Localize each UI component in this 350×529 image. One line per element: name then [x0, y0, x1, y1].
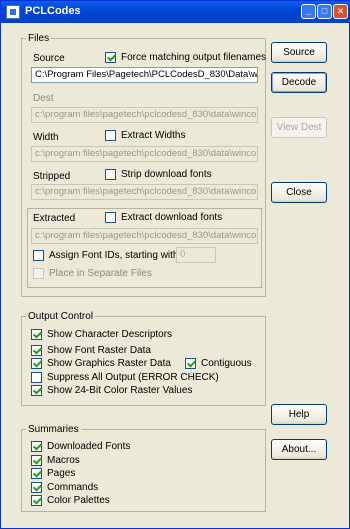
force-matching-checkbox[interactable]: Force matching output filenames: [105, 52, 266, 63]
app-icon: [6, 5, 20, 19]
place-separate-box[interactable]: [33, 268, 44, 279]
show-24bit-checkbox[interactable]: Show 24-Bit Color Raster Values: [31, 385, 192, 396]
place-separate-checkbox[interactable]: Place in Separate Files: [33, 268, 152, 279]
assign-font-ids-checkbox[interactable]: Assign Font IDs, starting with :: [33, 250, 184, 261]
contiguous-box[interactable]: [185, 358, 196, 369]
downloaded-fonts-checkbox[interactable]: Downloaded Fonts: [31, 441, 130, 452]
extract-fonts-box[interactable]: [105, 212, 116, 223]
window-title: PCLCodes: [25, 5, 81, 17]
show-24bit-label: Show 24-Bit Color Raster Values: [47, 385, 193, 396]
stripped-label: Stripped: [33, 171, 71, 182]
assign-font-ids-box[interactable]: [33, 250, 44, 261]
font-id-start-input[interactable]: 0: [176, 247, 216, 263]
commands-box[interactable]: [31, 482, 42, 493]
pclcodes-window: PCLCodes _ □ ✕ Files Source Force matchi…: [0, 0, 350, 529]
strip-fonts-box[interactable]: [105, 169, 116, 180]
macros-checkbox[interactable]: Macros: [31, 455, 80, 466]
maximize-button[interactable]: □: [317, 4, 332, 19]
decode-button[interactable]: Decode: [271, 72, 327, 93]
width-path-input[interactable]: c:\program files\pagetech\pclcodesd_830\…: [31, 146, 258, 162]
downloaded-fonts-box[interactable]: [31, 441, 42, 452]
show-graphics-raster-checkbox[interactable]: Show Graphics Raster Data: [31, 358, 171, 369]
width-label: Width: [33, 132, 59, 143]
files-legend: Files: [28, 33, 50, 44]
stripped-path-input[interactable]: c:\program files\pagetech\pclcodesd_830\…: [31, 184, 258, 200]
show-font-raster-label: Show Font Raster Data: [47, 345, 151, 356]
place-separate-label: Place in Separate Files: [49, 268, 152, 279]
commands-label: Commands: [47, 482, 99, 493]
dest-path-input[interactable]: c:\program files\pagetech\pclcodesd_830\…: [31, 107, 258, 123]
commands-checkbox[interactable]: Commands: [31, 482, 98, 493]
pages-checkbox[interactable]: Pages: [31, 468, 75, 479]
extract-widths-checkbox[interactable]: Extract Widths: [105, 130, 185, 141]
show-graphics-raster-label: Show Graphics Raster Data: [47, 358, 171, 369]
show-char-descriptors-box[interactable]: [31, 329, 42, 340]
show-font-raster-box[interactable]: [31, 345, 42, 356]
suppress-all-label: Suppress All Output (ERROR CHECK): [47, 372, 219, 383]
strip-fonts-checkbox[interactable]: Strip download fonts: [105, 169, 212, 180]
extracted-path-input[interactable]: c:\program files\pagetech\pclcodesd_830\…: [31, 228, 258, 244]
color-palettes-checkbox[interactable]: Color Palettes: [31, 495, 110, 506]
about-button[interactable]: About...: [271, 439, 327, 460]
summaries-legend: Summaries: [28, 424, 79, 435]
extract-fonts-checkbox[interactable]: Extract download fonts: [105, 212, 222, 223]
close-window-button[interactable]: ✕: [333, 4, 348, 19]
show-char-descriptors-checkbox[interactable]: Show Character Descriptors: [31, 329, 172, 340]
macros-label: Macros: [47, 455, 80, 466]
show-font-raster-checkbox[interactable]: Show Font Raster Data: [31, 345, 151, 356]
source-path-input[interactable]: C:\Program Files\Pagetech\PCLCodesD_830\…: [31, 67, 258, 83]
color-palettes-label: Color Palettes: [47, 495, 110, 506]
show-24bit-box[interactable]: [31, 385, 42, 396]
minimize-button[interactable]: _: [301, 4, 316, 19]
extract-widths-box[interactable]: [105, 130, 116, 141]
dest-label: Dest: [33, 93, 54, 104]
show-char-descriptors-label: Show Character Descriptors: [47, 329, 173, 340]
view-dest-button[interactable]: View Dest: [271, 117, 327, 138]
contiguous-label: Contiguous: [201, 358, 252, 369]
pages-box[interactable]: [31, 468, 42, 479]
force-matching-box[interactable]: [105, 52, 116, 63]
contiguous-checkbox[interactable]: Contiguous: [185, 358, 252, 369]
strip-fonts-label: Strip download fonts: [121, 169, 212, 180]
source-label: Source: [33, 53, 65, 64]
downloaded-fonts-label: Downloaded Fonts: [47, 441, 131, 452]
title-bar[interactable]: PCLCodes _ □ ✕: [1, 1, 349, 23]
extract-fonts-label: Extract download fonts: [121, 212, 223, 223]
source-button[interactable]: Source: [271, 42, 327, 63]
macros-box[interactable]: [31, 455, 42, 466]
assign-font-ids-label: Assign Font IDs, starting with :: [49, 250, 185, 261]
force-matching-label: Force matching output filenames: [121, 52, 267, 63]
color-palettes-box[interactable]: [31, 495, 42, 506]
suppress-all-checkbox[interactable]: Suppress All Output (ERROR CHECK): [31, 372, 219, 383]
pages-label: Pages: [47, 468, 76, 479]
extracted-label: Extracted: [33, 213, 76, 224]
suppress-all-box[interactable]: [31, 372, 42, 383]
close-button[interactable]: Close: [271, 182, 327, 203]
show-graphics-raster-box[interactable]: [31, 358, 42, 369]
output-control-legend: Output Control: [28, 311, 94, 322]
extract-widths-label: Extract Widths: [121, 130, 186, 141]
help-button[interactable]: Help: [271, 404, 327, 425]
